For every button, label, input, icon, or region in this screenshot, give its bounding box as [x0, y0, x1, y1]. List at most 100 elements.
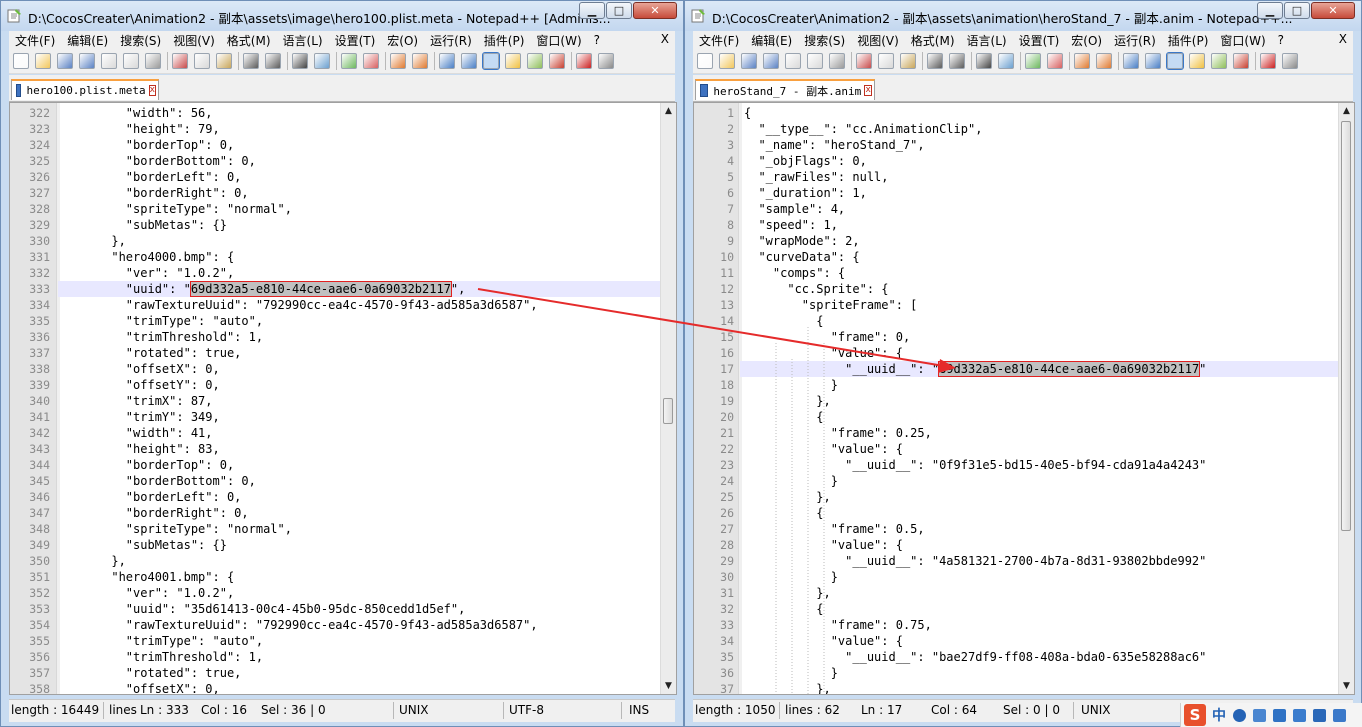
code-line[interactable]: 351 "hero4001.bmp": { — [10, 569, 660, 585]
scroll-thumb[interactable] — [663, 398, 673, 424]
code-line[interactable]: 358 "offsetX": 0, — [10, 681, 660, 694]
shirt-icon[interactable] — [1313, 708, 1326, 722]
close-file-icon[interactable] — [101, 53, 117, 69]
menu-item[interactable]: 格式(M) — [221, 32, 277, 49]
code-line[interactable]: 19 }, — [694, 393, 1338, 409]
cut-icon[interactable] — [856, 53, 872, 69]
code-line[interactable]: 341 "trimY": 349, — [10, 409, 660, 425]
open-file-icon[interactable] — [35, 53, 51, 69]
code-line[interactable]: 5 "_rawFiles": null, — [694, 169, 1338, 185]
ime-mode-indicator[interactable]: 中 — [1212, 705, 1226, 725]
code-line[interactable]: 332 "ver": "1.0.2", — [10, 265, 660, 281]
tab-close-icon[interactable]: x — [148, 85, 156, 96]
code-line[interactable]: 340 "trimX": 87, — [10, 393, 660, 409]
indent-guide-icon[interactable] — [482, 52, 500, 70]
menu-item[interactable]: 视图(V) — [167, 32, 221, 49]
code-line[interactable]: 15 "frame": 0, — [694, 329, 1338, 345]
title-bar[interactable]: D:\CocosCreater\Animation2 - 副本\assets\a… — [685, 1, 1361, 31]
paste-icon[interactable] — [216, 53, 232, 69]
code-line[interactable]: 12 "cc.Sprite": { — [694, 281, 1338, 297]
moon-icon[interactable] — [1233, 708, 1246, 722]
show-all-chars-icon[interactable] — [1145, 53, 1161, 69]
code-line[interactable]: 356 "trimThreshold": 1, — [10, 649, 660, 665]
code-line[interactable]: 14 { — [694, 313, 1338, 329]
menu-item[interactable]: 语言(L) — [277, 32, 329, 49]
code-line[interactable]: 346 "borderLeft": 0, — [10, 489, 660, 505]
close-all-icon[interactable] — [123, 53, 139, 69]
file-tab[interactable]: hero100.plist.meta x — [11, 79, 159, 100]
sync-horizontal-icon[interactable] — [412, 53, 428, 69]
function-list-icon[interactable] — [1211, 53, 1227, 69]
code-line[interactable]: 345 "borderBottom": 0, — [10, 473, 660, 489]
code-line[interactable]: 6 "_duration": 1, — [694, 185, 1338, 201]
word-wrap-icon[interactable] — [439, 53, 455, 69]
menu-item[interactable]: 设置(T) — [329, 32, 382, 49]
close-window-button[interactable]: ✕ — [1311, 2, 1355, 19]
save-all-icon[interactable] — [79, 53, 95, 69]
code-line[interactable]: 4 "_objFlags": 0, — [694, 153, 1338, 169]
code-line[interactable]: 7 "sample": 4, — [694, 201, 1338, 217]
code-line[interactable]: 347 "borderRight": 0, — [10, 505, 660, 521]
code-line[interactable]: 18 } — [694, 377, 1338, 393]
menu-item[interactable]: ? — [588, 33, 606, 47]
menu-item[interactable]: 文件(F) — [9, 32, 61, 49]
code-line[interactable]: 20 { — [694, 409, 1338, 425]
menu-item[interactable]: 视图(V) — [851, 32, 905, 49]
code-line[interactable]: 13 "spriteFrame": [ — [694, 297, 1338, 313]
new-file-icon[interactable] — [13, 53, 29, 69]
record-macro-icon[interactable] — [1260, 53, 1276, 69]
menu-item[interactable]: 运行(R) — [1108, 32, 1162, 49]
code-line[interactable]: 324 "borderTop": 0, — [10, 137, 660, 153]
sync-vertical-icon[interactable] — [1074, 53, 1090, 69]
code-line[interactable]: 322 "width": 56, — [10, 105, 660, 121]
menu-item[interactable]: 插件(P) — [478, 32, 531, 49]
menu-item[interactable]: ? — [1272, 33, 1290, 47]
code-line[interactable]: 323 "height": 79, — [10, 121, 660, 137]
close-window-button[interactable]: ✕ — [633, 2, 677, 19]
find-icon[interactable] — [976, 53, 992, 69]
code-line[interactable]: 330 }, — [10, 233, 660, 249]
menu-item[interactable]: 宏(O) — [1065, 32, 1108, 49]
code-line[interactable]: 348 "spriteType": "normal", — [10, 521, 660, 537]
folder-workspace-icon[interactable] — [1233, 53, 1249, 69]
code-line[interactable]: 9 "wrapMode": 2, — [694, 233, 1338, 249]
code-line[interactable]: 349 "subMetas": {} — [10, 537, 660, 553]
menu-item[interactable]: 窗口(W) — [530, 32, 587, 49]
sogou-ime-logo[interactable]: S — [1184, 704, 1206, 726]
word-wrap-icon[interactable] — [1123, 53, 1139, 69]
code-line[interactable]: 350 }, — [10, 553, 660, 569]
maximize-button[interactable]: □ — [1284, 2, 1310, 19]
sync-horizontal-icon[interactable] — [1096, 53, 1112, 69]
function-list-icon[interactable] — [527, 53, 543, 69]
paste-icon[interactable] — [900, 53, 916, 69]
code-line[interactable]: 23 "__uuid__": "0f9f31e5-bd15-40e5-bf94-… — [694, 457, 1338, 473]
code-line[interactable]: 353 "uuid": "35d61413-00c4-45b0-95dc-850… — [10, 601, 660, 617]
code-line[interactable]: 31 }, — [694, 585, 1338, 601]
code-line[interactable]: 37 }, — [694, 681, 1338, 694]
code-line[interactable]: 16 "value": { — [694, 345, 1338, 361]
code-line[interactable]: 357 "rotated": true, — [10, 665, 660, 681]
code-line[interactable]: 36 } — [694, 665, 1338, 681]
code-line[interactable]: 355 "trimType": "auto", — [10, 633, 660, 649]
code-line[interactable]: 11 "comps": { — [694, 265, 1338, 281]
open-file-icon[interactable] — [719, 53, 735, 69]
code-line[interactable]: 331 "hero4000.bmp": { — [10, 249, 660, 265]
menu-item[interactable]: 格式(M) — [905, 32, 961, 49]
code-editor[interactable]: 1{2 "__type__": "cc.AnimationClip", 3 "_n… — [693, 102, 1355, 695]
show-all-chars-icon[interactable] — [461, 53, 477, 69]
code-line[interactable]: 1{ — [694, 105, 1338, 121]
redo-icon[interactable] — [265, 53, 281, 69]
scroll-thumb[interactable] — [1341, 121, 1351, 531]
file-tab[interactable]: heroStand_7 - 副本.anim x — [695, 79, 875, 100]
code-line[interactable]: 339 "offsetY": 0, — [10, 377, 660, 393]
menu-item[interactable]: 编辑(E) — [61, 32, 114, 49]
code-line[interactable]: 326 "borderLeft": 0, — [10, 169, 660, 185]
code-line[interactable]: 35 "__uuid__": "bae27df9-ff08-408a-bda0-… — [694, 649, 1338, 665]
menu-item[interactable]: 文件(F) — [693, 32, 745, 49]
save-all-icon[interactable] — [763, 53, 779, 69]
code-line[interactable]: 29 "__uuid__": "4a581321-2700-4b7a-8d31-… — [694, 553, 1338, 569]
zoom-out-icon[interactable] — [1047, 53, 1063, 69]
print-icon[interactable] — [829, 53, 845, 69]
doc-map-icon[interactable] — [1189, 53, 1205, 69]
find-icon[interactable] — [292, 53, 308, 69]
